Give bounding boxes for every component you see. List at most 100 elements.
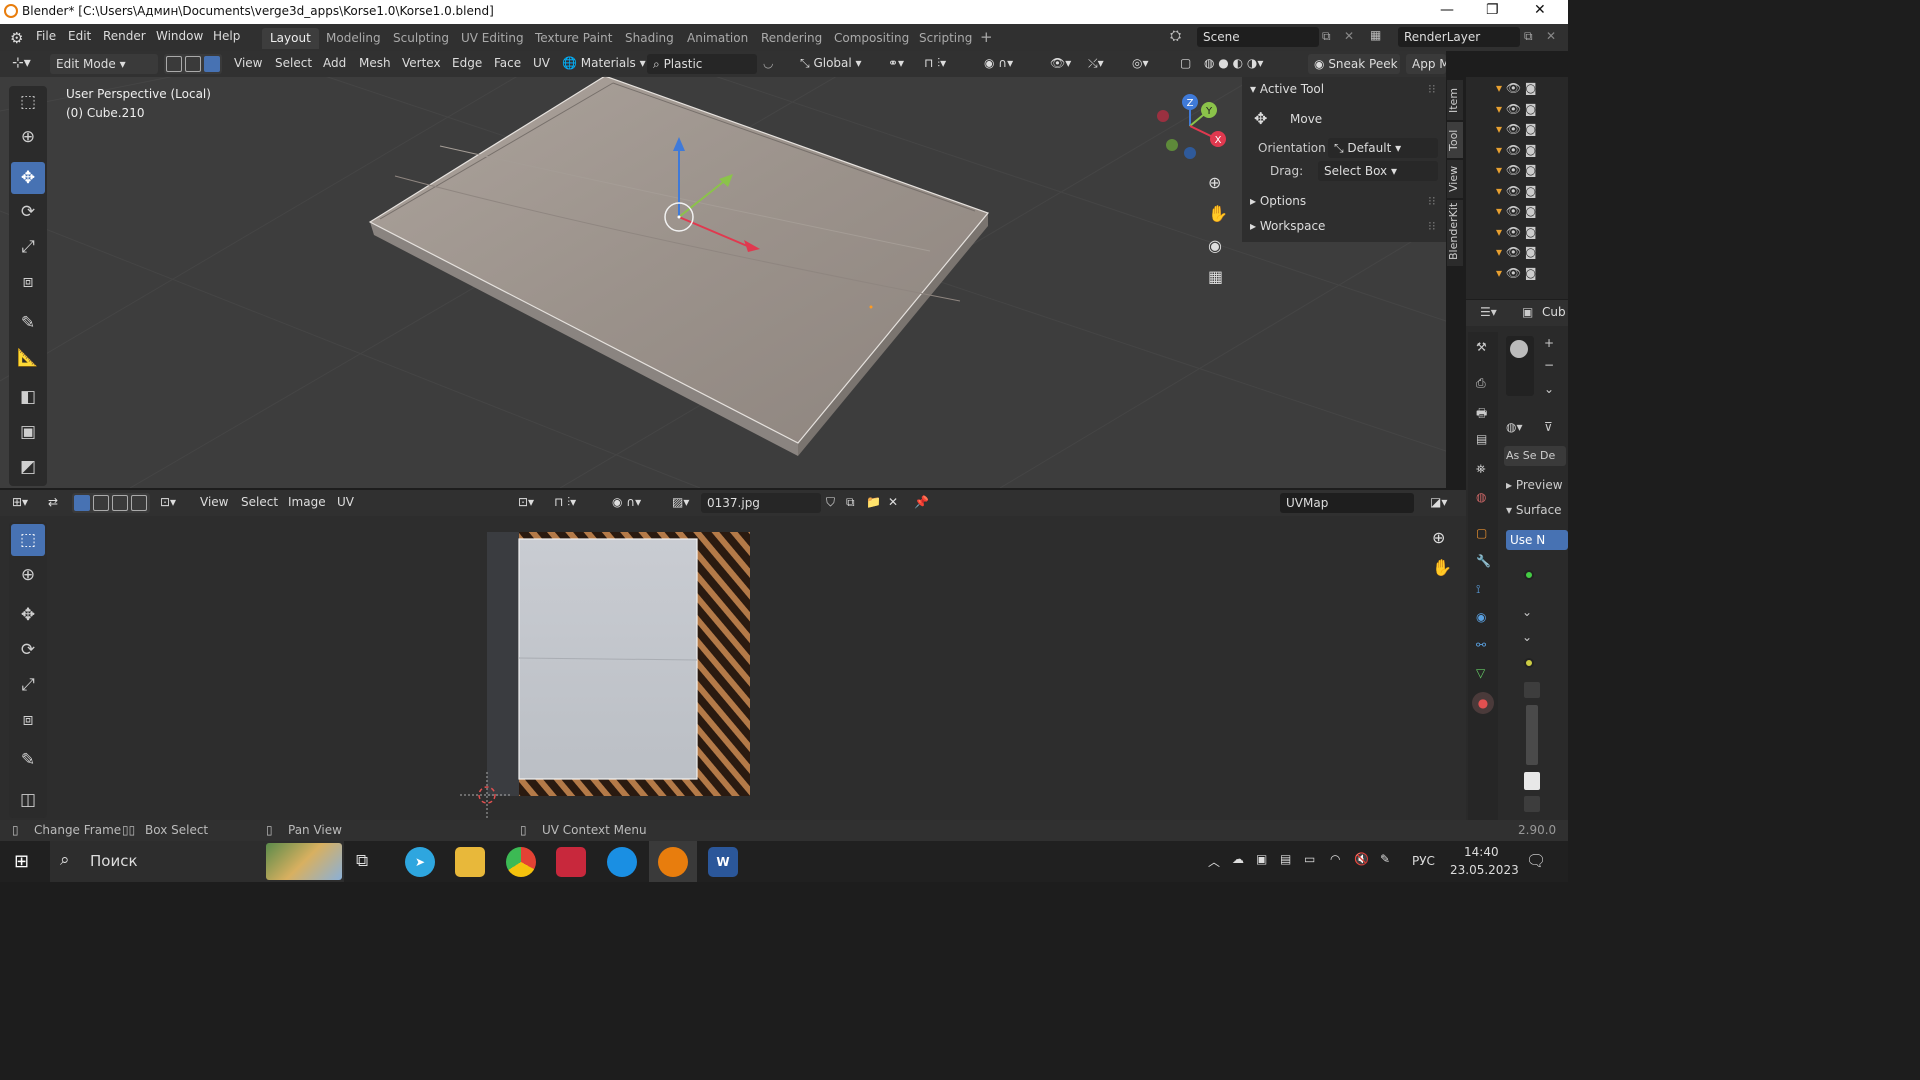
materials-dropdown[interactable]: 🌐 Materials ▾ [562, 56, 646, 70]
uvmap-field[interactable]: UVMap [1280, 493, 1414, 513]
gizmo-toggle-icon[interactable]: ⤯▾ [1088, 56, 1104, 71]
outliner-row[interactable]: ▾ 👁 ◙ [1466, 266, 1568, 287]
viewport-menu-select[interactable]: Select [275, 56, 312, 70]
camera-icon[interactable]: ◙ [1525, 102, 1537, 116]
tab-sculpting[interactable]: Sculpting [385, 28, 457, 49]
particles-icon[interactable]: ⟟ [1476, 582, 1480, 597]
properties-editor-type-icon[interactable]: ☰▾ [1480, 305, 1497, 319]
material-search-field[interactable]: ⌕ Plastic [647, 54, 757, 74]
scene-icon[interactable]: ⛭ [1170, 28, 1181, 44]
value-field[interactable] [1524, 682, 1540, 698]
camera-view-icon[interactable]: ◉ [1208, 236, 1222, 255]
uv-rotate-icon[interactable]: ⟳ [11, 634, 45, 666]
slot-specials-icon[interactable]: ⌄ [1544, 382, 1554, 396]
expand-chevron-icon[interactable]: ⌄ [1522, 630, 1532, 644]
bevel-tool-icon[interactable]: ◩ [11, 451, 45, 483]
move-tool-icon[interactable]: ✥ [11, 162, 45, 194]
volume-muted-icon[interactable]: 🔇 [1354, 852, 1369, 866]
close-button[interactable]: ✕ [1534, 2, 1546, 18]
tray-app2-icon[interactable]: ▤ [1280, 852, 1291, 866]
preview-panel-header[interactable]: ▸ Preview [1506, 478, 1563, 492]
transform-tool-icon[interactable]: ⧈ [11, 266, 45, 298]
options-panel-header[interactable]: ▸ Options [1250, 194, 1306, 208]
uv-pivot-icon[interactable]: ⊡▾ [518, 495, 534, 509]
snap-magnet-icon[interactable]: ⊓ ⫶▾ [924, 56, 946, 71]
render-layer-icon[interactable]: ▦ [1370, 28, 1381, 42]
blender-menu-icon[interactable]: ⚙ [10, 29, 23, 47]
world-props-icon[interactable]: ◍ [1476, 490, 1486, 504]
output-props-icon[interactable]: 🖶 [1476, 404, 1487, 425]
face-select-icon[interactable] [204, 56, 220, 72]
maximize-button[interactable]: ❐ [1486, 2, 1499, 18]
cursor-icon[interactable]: ⊕ [11, 121, 45, 153]
outliner-row[interactable]: ▾ 👁 ◙ [1466, 81, 1568, 102]
workspace-panel-header[interactable]: ▸ Workspace [1250, 219, 1325, 233]
shading-modes-icon[interactable]: ◍ ● ◐ ◑▾ [1204, 56, 1263, 70]
tool-settings-icon[interactable]: ⚒ [1476, 340, 1487, 354]
uv-menu-select[interactable]: Select [241, 495, 278, 509]
camera-icon[interactable]: ◙ [1525, 143, 1537, 157]
chrome-icon[interactable] [506, 847, 536, 877]
tab-texture-paint[interactable]: Texture Paint [527, 28, 620, 49]
tray-chevron-icon[interactable]: ︿ [1208, 853, 1220, 870]
surface-socket-icon[interactable] [1524, 570, 1534, 580]
pan-hand-icon[interactable]: ✋ [1208, 204, 1228, 223]
modifier-wrench-icon[interactable]: 🔧 [1476, 554, 1491, 568]
viewport-menu-add[interactable]: Add [323, 56, 346, 70]
uv-select-box-icon[interactable]: ⬚ [11, 524, 45, 556]
menu-edit[interactable]: Edit [68, 29, 91, 43]
image-browse-icon[interactable]: ▨▾ [672, 495, 689, 509]
clock-time[interactable]: 14:40 [1464, 845, 1499, 859]
viewport-menu-vertex[interactable]: Vertex [402, 56, 441, 70]
tab-rendering[interactable]: Rendering [753, 28, 830, 49]
tab-blenderkit[interactable]: BlenderKit [1447, 200, 1463, 266]
annotate-tool-icon[interactable]: ✎ [11, 307, 45, 339]
view-layer-icon[interactable]: ▤ [1476, 432, 1487, 446]
scene-name-field[interactable]: Scene [1197, 27, 1319, 47]
eye-icon[interactable]: 👁 [1506, 143, 1521, 157]
app-red-icon[interactable] [556, 847, 586, 877]
eye-icon[interactable]: 👁 [1506, 245, 1521, 259]
eye-icon[interactable]: 👁 [1506, 266, 1521, 280]
tab-layout[interactable]: Layout [262, 28, 319, 49]
physics-icon[interactable]: ◉ [1476, 610, 1486, 624]
uv-cursor-icon[interactable]: ⊕ [11, 559, 45, 591]
uv-editor[interactable]: ⊕ ✋ [0, 490, 1466, 820]
uv-snap-icon[interactable]: ⊓ ⫶▾ [554, 495, 576, 510]
camera-icon[interactable]: ◙ [1525, 81, 1537, 95]
material-shield-icon[interactable]: ◡ [763, 56, 773, 70]
notifications-icon[interactable]: 🗨 [1526, 851, 1546, 870]
active-tool-header[interactable]: ▾ Active Tool [1250, 82, 1324, 96]
use-nodes-button[interactable]: Use N [1506, 530, 1568, 550]
viewport-menu-view[interactable]: View [234, 56, 262, 70]
tray-app-icon[interactable]: ▣ [1256, 852, 1267, 866]
camera-icon[interactable]: ◙ [1525, 163, 1537, 177]
tab-se[interactable]: Se [1523, 449, 1537, 462]
eye-icon[interactable]: 👁 [1506, 102, 1521, 116]
uv-display-channels-icon[interactable]: ◪▾ [1430, 495, 1447, 509]
expand-chevron-icon[interactable]: ⌄ [1522, 605, 1532, 619]
app-manager-button[interactable]: App M [1406, 54, 1446, 74]
add-slot-icon[interactable]: + [1544, 336, 1554, 350]
menu-file[interactable]: File [36, 29, 56, 43]
camera-icon[interactable]: ◙ [1525, 225, 1537, 239]
uv-island-mode-icon[interactable] [131, 495, 147, 511]
scene-props-icon[interactable]: ⛯ [1476, 462, 1486, 477]
extrude-tool-icon[interactable]: ◧ [11, 381, 45, 413]
uv-menu-uv[interactable]: UV [337, 495, 354, 509]
object-props-icon[interactable]: ▢ [1476, 526, 1487, 540]
menu-render[interactable]: Render [103, 29, 146, 43]
uv-zoom-icon[interactable]: ⊕ [1432, 528, 1445, 547]
outliner-row[interactable]: ▾ 👁 ◙ [1466, 163, 1568, 184]
uv-move-icon[interactable]: ✥ [11, 599, 45, 631]
uv-editor-type-icon[interactable]: ⊞▾ [12, 495, 28, 509]
onedrive-icon[interactable]: ☁ [1232, 852, 1244, 866]
filter-icon[interactable]: ⊽ [1544, 420, 1553, 434]
material-slot-list[interactable] [1506, 336, 1534, 396]
image-unlink-icon[interactable]: ✕ [888, 495, 898, 509]
eye-icon[interactable]: 👁 [1506, 184, 1521, 198]
telegram-icon[interactable]: ➤ [405, 847, 435, 877]
uv-menu-image[interactable]: Image [288, 495, 326, 509]
select-box-icon[interactable]: ⬚ [11, 86, 45, 118]
tab-as[interactable]: As [1506, 449, 1519, 462]
